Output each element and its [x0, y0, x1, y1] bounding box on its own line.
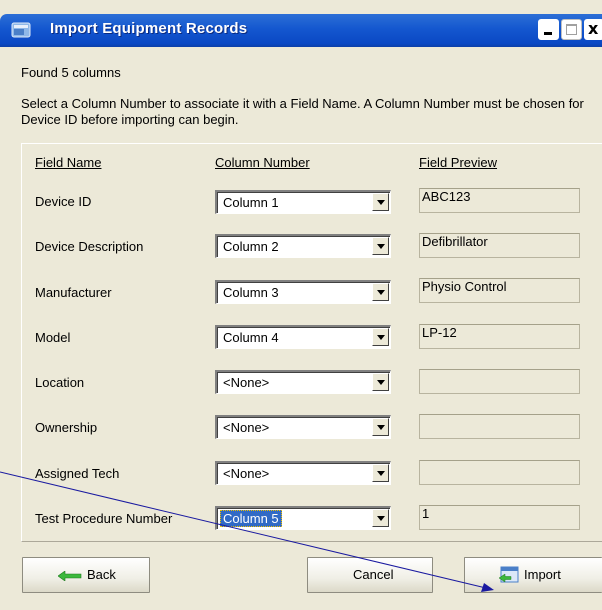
minimize-button[interactable]: [538, 19, 559, 40]
window-title: Import Equipment Records: [50, 20, 248, 37]
import-button-label: Import: [524, 567, 561, 582]
field-preview-box: LP-12: [419, 324, 580, 349]
chevron-down-icon[interactable]: [372, 509, 389, 527]
column-select-value: Column 5: [220, 510, 282, 527]
field-preview-box: 1: [419, 505, 580, 530]
column-select-test-procedure-number[interactable]: Column 5: [215, 506, 391, 530]
column-select-ownership[interactable]: <None>: [215, 415, 391, 439]
column-select-assigned-tech[interactable]: <None>: [215, 461, 391, 485]
field-preview-box: ABC123: [419, 188, 580, 213]
column-select-device-id[interactable]: Column 1: [215, 190, 391, 214]
close-button[interactable]: x: [584, 19, 602, 40]
cancel-button[interactable]: Cancel: [307, 557, 433, 593]
field-label: Assigned Tech: [35, 466, 120, 481]
field-label: Manufacturer: [35, 285, 112, 300]
field-label: Model: [35, 330, 71, 345]
cancel-button-label: Cancel: [353, 567, 394, 582]
field-preview-box: Defibrillator: [419, 233, 580, 258]
field-preview-value: ABC123: [422, 189, 471, 204]
field-preview-box: [419, 369, 580, 394]
field-label: Test Procedure Number: [35, 511, 173, 526]
chevron-down-icon[interactable]: [372, 328, 389, 346]
column-select-value: Column 4: [223, 330, 279, 345]
field-preview-box: [419, 414, 580, 439]
close-icon: x: [588, 19, 599, 38]
field-label: Location: [35, 375, 85, 390]
field-preview-value: Defibrillator: [422, 234, 488, 249]
found-columns-text: Found 5 columns: [21, 65, 121, 80]
field-label: Device ID: [35, 194, 92, 209]
title-bar[interactable]: Import Equipment Records x: [0, 14, 602, 47]
header-field-preview: Field Preview: [419, 155, 498, 170]
import-window-icon: [498, 566, 519, 583]
chevron-down-icon[interactable]: [372, 373, 389, 391]
column-select-manufacturer[interactable]: Column 3: [215, 280, 391, 304]
chevron-down-icon[interactable]: [372, 464, 389, 482]
field-preview-value: LP-12: [422, 325, 457, 340]
app-window-icon: [11, 22, 31, 38]
green-left-arrow-icon: [58, 571, 82, 581]
field-preview-box: [419, 460, 580, 485]
chevron-down-icon[interactable]: [372, 283, 389, 301]
field-preview-box: Physio Control: [419, 278, 580, 303]
chevron-down-icon[interactable]: [372, 237, 389, 255]
maximize-button[interactable]: [561, 19, 582, 40]
column-select-location[interactable]: <None>: [215, 370, 391, 394]
chevron-down-icon[interactable]: [372, 193, 389, 211]
back-button-label: Back: [87, 567, 116, 582]
column-select-device-description[interactable]: Column 2: [215, 234, 391, 258]
chevron-down-icon[interactable]: [372, 418, 389, 436]
field-preview-value: Physio Control: [422, 279, 507, 294]
column-select-value: Column 2: [223, 239, 279, 254]
column-select-model[interactable]: Column 4: [215, 325, 391, 349]
header-field-name: Field Name: [35, 155, 102, 170]
field-preview-value: 1: [422, 506, 430, 521]
import-button[interactable]: Import: [464, 557, 602, 593]
column-select-value: <None>: [223, 375, 270, 390]
header-column-number: Column Number: [215, 155, 310, 170]
back-button[interactable]: Back: [22, 557, 150, 593]
field-label: Ownership: [35, 420, 98, 435]
column-select-value: Column 1: [223, 195, 279, 210]
column-select-value: <None>: [223, 466, 270, 481]
column-select-value: <None>: [223, 420, 270, 435]
column-select-value: Column 3: [223, 285, 279, 300]
instructions-text: Select a Column Number to associate it w…: [21, 96, 584, 127]
field-label: Device Description: [35, 239, 144, 254]
import-dialog: Import Equipment Records x Found 5 colum…: [0, 0, 602, 610]
